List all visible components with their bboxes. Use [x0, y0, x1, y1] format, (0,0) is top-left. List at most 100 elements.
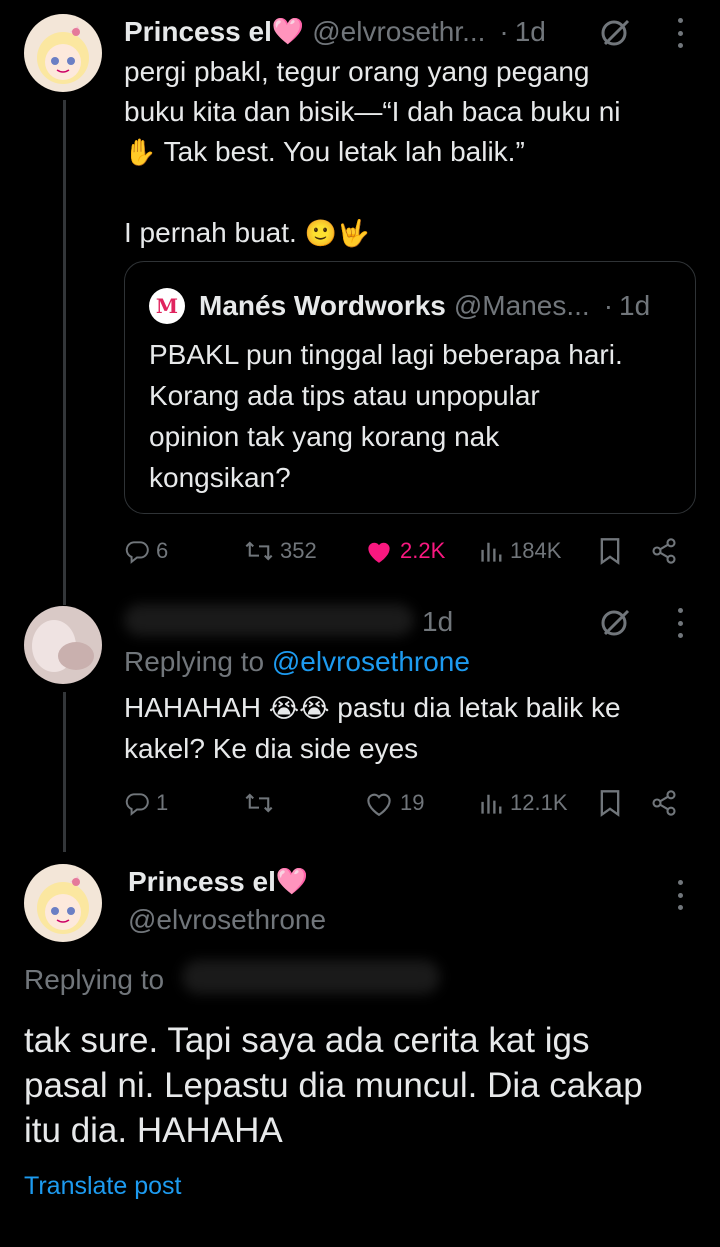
text-line: itu dia. HAHAHA [24, 1111, 283, 1150]
quote-text: PBAKL pun tinggal lagi beberapa hari. Ko… [149, 334, 689, 498]
tweet-2[interactable]: 1d Replying to @elvrosethrone HAHAHAH 😭😭… [0, 590, 720, 852]
share-icon [652, 790, 676, 816]
quote-timestamp: 1d [619, 290, 651, 321]
redacted-name [124, 604, 414, 636]
text-line: tak sure. Tapi saya ada cerita kat igs [24, 1021, 590, 1060]
crying-emojis: 😭😭 [268, 694, 330, 724]
text-line [124, 173, 694, 213]
replying-label: Replying to [24, 964, 165, 995]
text-line-part: HAHAHAH [124, 692, 261, 723]
share-button[interactable] [650, 531, 678, 571]
reply-icon [125, 541, 149, 564]
thread-line [63, 692, 66, 852]
grok-icon[interactable] [598, 15, 632, 49]
replying-handle-link[interactable]: @elvrosethrone [272, 646, 470, 677]
translate-post-link[interactable]: Translate post [24, 1172, 181, 1201]
more-options-icon[interactable] [675, 880, 685, 910]
text-line: buku kita dan bisik—“I dah baca buku ni [124, 96, 621, 127]
repost-icon [245, 793, 273, 813]
quote-line: kongsikan? [149, 462, 291, 493]
action-bar: 1 19 12.1K [124, 783, 694, 823]
views-icon [481, 794, 502, 814]
thread-line [63, 100, 66, 605]
text-line-part: Tak best. You letak lah balik.” [163, 136, 525, 167]
repost-button[interactable] [244, 783, 280, 823]
views-count: 184K [510, 538, 562, 563]
views-count: 12.1K [510, 790, 568, 815]
quote-header: Manés Wordworks @Manes... · 1d [199, 288, 650, 324]
reply-count: 6 [156, 538, 169, 563]
like-count: 19 [400, 790, 425, 815]
share-button[interactable] [650, 783, 678, 823]
quote-separator: · [603, 290, 614, 321]
bookmark-icon [600, 790, 620, 817]
reply-count: 1 [156, 790, 169, 815]
repost-button[interactable]: 352 [244, 531, 317, 571]
heart-icon [367, 793, 391, 816]
bookmark-icon [600, 538, 620, 565]
author-name-row: Princess el 🩷 [128, 864, 308, 900]
bookmark-button[interactable] [598, 783, 622, 823]
tweet-text: pergi pbakl, tegur orang yang pegang buk… [124, 52, 694, 254]
text-line: HAHAHAH 😭😭 pastu dia letak balik ke [124, 688, 694, 729]
heart-filled-icon [368, 542, 390, 563]
action-bar: 6 352 2.2K 184K [124, 531, 694, 571]
reply-button[interactable]: 1 [124, 783, 168, 823]
repost-count: 352 [280, 538, 317, 563]
heart-emoji: 🩷 [271, 17, 305, 47]
timestamp[interactable]: 1d [515, 16, 546, 48]
quote-avatar: M [149, 288, 185, 324]
views-button[interactable]: 12.1K [480, 783, 568, 823]
avatar[interactable] [24, 864, 102, 942]
replying-label: Replying to [124, 646, 265, 677]
text-line: I pernah buat. 🙂🤟 [124, 213, 694, 254]
more-options-icon[interactable] [675, 18, 685, 48]
bookmark-button[interactable] [598, 531, 622, 571]
avatar[interactable] [24, 606, 102, 684]
tweet-header: Princess el 🩷 @elvrosethr... · 1d [124, 14, 546, 50]
replying-to: Replying to [24, 964, 164, 996]
more-options-icon[interactable] [675, 608, 685, 638]
hand-emoji: ✋ [124, 138, 157, 168]
text-line: ✋ Tak best. You letak lah balik.” [124, 132, 694, 173]
replying-to: Replying to @elvrosethrone [124, 646, 470, 678]
display-name[interactable]: Princess el [124, 16, 272, 48]
reply-button[interactable]: 6 [124, 531, 168, 571]
heart-emoji: 🩷 [275, 867, 309, 897]
quote-line: PBAKL pun tinggal lagi beberapa hari. [149, 339, 623, 370]
text-line: kakel? Ke dia side eyes [124, 733, 419, 764]
quote-avatar-letter: M [155, 294, 179, 318]
quote-line: Korang ada tips atau unpopular [149, 380, 540, 411]
quote-line: opinion tak yang korang nak [149, 421, 500, 452]
text-line-part: pastu dia letak balik ke [337, 692, 621, 723]
display-name[interactable]: Princess el [128, 866, 276, 898]
views-icon [481, 542, 502, 562]
tweet-3-focused[interactable]: Princess el 🩷 @elvrosethrone Replying to… [0, 840, 720, 1247]
grok-icon[interactable] [598, 605, 632, 639]
reply-icon [125, 793, 149, 816]
quoted-tweet[interactable]: M Manés Wordworks @Manes... · 1d PBAKL p… [124, 261, 696, 514]
smile-rock-emojis: 🙂🤟 [304, 219, 370, 249]
quote-handle: @Manes... [453, 290, 590, 321]
text-line-part: I pernah buat. [124, 217, 297, 248]
quote-display-name: Manés Wordworks [199, 290, 446, 321]
share-icon [652, 538, 676, 564]
handle[interactable]: @elvrosethr... [312, 16, 485, 48]
text-line: pergi pbakl, tegur orang yang pegang [124, 56, 590, 87]
like-button[interactable]: 2.2K [364, 531, 445, 571]
handle[interactable]: @elvrosethrone [128, 904, 326, 936]
tweet-header: 1d [422, 604, 453, 640]
like-count: 2.2K [400, 538, 446, 563]
redacted-handle [182, 960, 440, 994]
timestamp[interactable]: 1d [422, 606, 453, 638]
repost-icon [245, 541, 273, 561]
tweet-text: tak sure. Tapi saya ada cerita kat igs p… [24, 1018, 696, 1153]
avatar[interactable] [24, 14, 102, 92]
tweet-1[interactable]: Princess el 🩷 @elvrosethr... · 1d pergi … [0, 0, 720, 605]
separator: · [499, 16, 509, 47]
like-button[interactable]: 19 [364, 783, 424, 823]
tweet-text: HAHAHAH 😭😭 pastu dia letak balik ke kake… [124, 688, 694, 768]
author-handle-row: @elvrosethrone [128, 902, 326, 938]
views-button[interactable]: 184K [480, 531, 561, 571]
text-line: pasal ni. Lepastu dia muncul. Dia cakap [24, 1066, 643, 1105]
